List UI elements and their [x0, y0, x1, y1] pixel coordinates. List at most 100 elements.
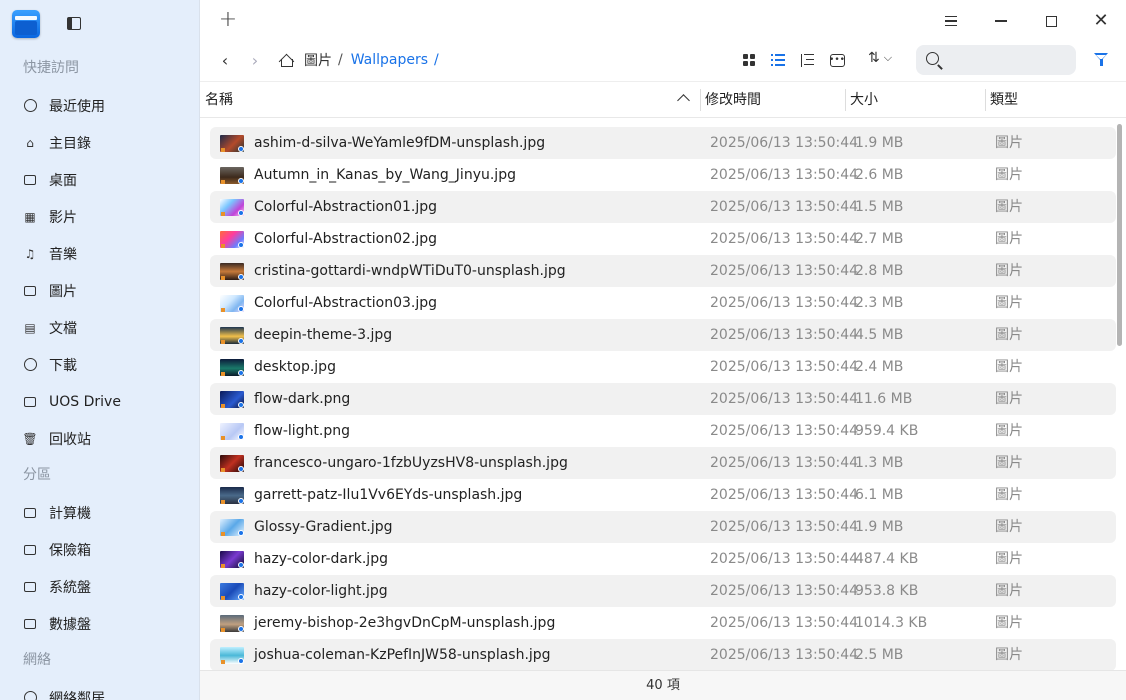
- column-type[interactable]: 類型: [990, 82, 1018, 118]
- sidebar-item-videos[interactable]: ▦ 影片: [0, 198, 199, 235]
- home-icon[interactable]: [278, 52, 294, 68]
- column-divider[interactable]: [845, 89, 846, 111]
- chevron-up-icon[interactable]: [677, 94, 690, 107]
- file-type: 圖片: [995, 231, 1023, 247]
- minimize-icon: [995, 20, 1007, 22]
- file-modified: 2025/06/13 13:50:44: [710, 295, 859, 311]
- section-quick-access: 快捷訪問: [23, 60, 79, 76]
- sort-icon: ⇅: [868, 50, 880, 66]
- list-view-button[interactable]: [769, 51, 787, 69]
- file-type: 圖片: [995, 167, 1023, 183]
- file-row[interactable]: desktop.jpg 2025/06/13 13:50:44 2.4 MB 圖片: [210, 351, 1116, 383]
- file-size: 2.6 MB: [855, 167, 904, 183]
- file-row[interactable]: flow-light.png 2025/06/13 13:50:44 959.4 K…: [210, 415, 1116, 447]
- sidebar-item-label: 最近使用: [49, 98, 105, 115]
- clock-icon: [23, 99, 37, 113]
- forward-button[interactable]: ›: [245, 50, 265, 70]
- file-row[interactable]: Autumn_in_Kanas_by_Wang_Jinyu.jpg 2025/06…: [210, 159, 1116, 191]
- file-size: 2.5 MB: [855, 647, 904, 663]
- sidebar-item-downloads[interactable]: 下載: [0, 346, 199, 383]
- file-badge-icon: [221, 308, 225, 312]
- back-button[interactable]: ‹: [215, 50, 235, 70]
- file-size: 6.1 MB: [855, 487, 904, 503]
- file-type: 圖片: [995, 455, 1023, 471]
- column-size[interactable]: 大小: [850, 82, 878, 118]
- file-badge-icon: [221, 372, 225, 376]
- file-row[interactable]: Colorful-Abstraction03.jpg 2025/06/13 13:…: [210, 287, 1116, 319]
- file-row[interactable]: hazy-color-light.jpg 2025/06/13 13:50:44 9…: [210, 575, 1116, 607]
- file-badge-icon: [221, 436, 225, 440]
- file-row[interactable]: flow-dark.png 2025/06/13 13:50:44 11.6 MB 圖…: [210, 383, 1116, 415]
- file-size: 959.4 KB: [855, 423, 919, 439]
- sidebar-item-network-neighborhood[interactable]: 網絡鄰居: [0, 679, 199, 700]
- more-options-button[interactable]: •••: [828, 51, 846, 69]
- sidebar-item-music[interactable]: ♫ 音樂: [0, 235, 199, 272]
- file-badge-icon: [221, 596, 225, 600]
- file-name: Glossy-Gradient.jpg: [254, 519, 393, 535]
- file-row[interactable]: francesco-ungaro-1fzbUyzsHV8-unsplash.jp…: [210, 447, 1116, 479]
- file-size: 2.8 MB: [855, 263, 904, 279]
- search-icon: [926, 52, 939, 65]
- file-row[interactable]: Glossy-Gradient.jpg 2025/06/13 13:50:44 1.…: [210, 511, 1116, 543]
- file-row[interactable]: deepin-theme-3.jpg 2025/06/13 13:50:44 4.5…: [210, 319, 1116, 351]
- file-badge-icon: [221, 212, 225, 216]
- file-row[interactable]: garrett-patz-Ilu1Vv6EYds-unsplash.jpg 202…: [210, 479, 1116, 511]
- file-row[interactable]: Colorful-Abstraction01.jpg 2025/06/13 13:…: [210, 191, 1116, 223]
- file-row[interactable]: ashim-d-silva-WeYamle9fDM-unsplash.jpg 20…: [210, 127, 1116, 159]
- filter-icon[interactable]: [1093, 52, 1109, 68]
- sidebar-item-home[interactable]: ⌂ 主目錄: [0, 124, 199, 161]
- column-header: 名稱 修改時間 大小 類型: [200, 82, 1126, 118]
- breadcrumb-wallpapers[interactable]: Wallpapers: [351, 52, 428, 68]
- sidebar-item-data-disk[interactable]: 數據盤: [0, 605, 199, 642]
- sidebar-item-desktop[interactable]: 桌面: [0, 161, 199, 198]
- sidebar-item-recent[interactable]: 最近使用: [0, 87, 199, 124]
- search-input[interactable]: [950, 50, 1068, 70]
- file-type: 圖片: [995, 135, 1023, 151]
- breadcrumb-pictures[interactable]: 圖片: [304, 50, 332, 70]
- link-badge-icon: [238, 466, 244, 472]
- maximize-button[interactable]: [1038, 8, 1064, 34]
- search-box[interactable]: [916, 45, 1076, 75]
- file-row[interactable]: jeremy-bishop-2e3hgvDnCpM-unsplash.jpg 20…: [210, 607, 1116, 639]
- column-divider[interactable]: [985, 89, 986, 111]
- column-divider[interactable]: [700, 89, 701, 111]
- sidebar-item-computer[interactable]: 計算機: [0, 494, 199, 531]
- chevron-down-icon: ⌵: [883, 51, 893, 64]
- file-badge-icon: [221, 564, 225, 568]
- sidebar-top: [0, 0, 199, 50]
- file-row[interactable]: joshua-coleman-KzPefInJW58-unsplash.jpg 2…: [210, 639, 1116, 670]
- sort-button[interactable]: ⇅ ⌵: [868, 50, 892, 66]
- main-menu-button[interactable]: [938, 8, 964, 34]
- sidebar-item-label: 影片: [49, 209, 77, 226]
- close-button[interactable]: ✕: [1088, 8, 1114, 34]
- sidebar-item-documents[interactable]: ▤ 文檔: [0, 309, 199, 346]
- icon-view-button[interactable]: [740, 51, 758, 69]
- file-row[interactable]: Colorful-Abstraction02.jpg 2025/06/13 13:…: [210, 223, 1116, 255]
- file-badge-icon: [221, 468, 225, 472]
- music-note-icon: ♫: [24, 246, 36, 261]
- sidebar-item-system-disk[interactable]: 系統盤: [0, 568, 199, 605]
- sidebar-item-uos-drive[interactable]: UOS Drive: [0, 383, 199, 420]
- sidebar-item-pictures[interactable]: 圖片: [0, 272, 199, 309]
- column-modified[interactable]: 修改時間: [705, 82, 761, 118]
- status-bar: 40 項: [200, 670, 1126, 700]
- file-modified: 2025/06/13 13:50:44: [710, 167, 859, 183]
- sidebar-item-label: 文檔: [49, 320, 77, 337]
- close-icon: ✕: [1093, 10, 1109, 31]
- file-row[interactable]: hazy-color-dark.jpg 2025/06/13 13:50:44 48…: [210, 543, 1116, 575]
- file-modified: 2025/06/13 13:50:44: [710, 519, 859, 535]
- sidebar-item-vault[interactable]: 保險箱: [0, 531, 199, 568]
- column-name[interactable]: 名稱: [205, 82, 233, 118]
- file-name: jeremy-bishop-2e3hgvDnCpM-unsplash.jpg: [254, 615, 556, 631]
- new-tab-button[interactable]: +: [216, 9, 240, 33]
- sidebar: 快捷訪問 最近使用 ⌂ 主目錄 桌面 ▦ 影片 ♫ 音樂 圖片 ▤ 文檔 下載 …: [0, 0, 200, 700]
- file-size: 1.9 MB: [855, 519, 904, 535]
- sidebar-item-trash[interactable]: 🗑 回收站: [0, 420, 199, 457]
- sidebar-toggle-icon[interactable]: [67, 17, 81, 30]
- minimize-button[interactable]: [988, 8, 1014, 34]
- scrollbar[interactable]: [1117, 124, 1122, 346]
- file-name: desktop.jpg: [254, 359, 336, 375]
- file-row[interactable]: cristina-gottardi-wndpWTiDuT0-unsplash.j…: [210, 255, 1116, 287]
- tree-view-button[interactable]: [799, 51, 817, 69]
- tree-icon: [801, 53, 815, 67]
